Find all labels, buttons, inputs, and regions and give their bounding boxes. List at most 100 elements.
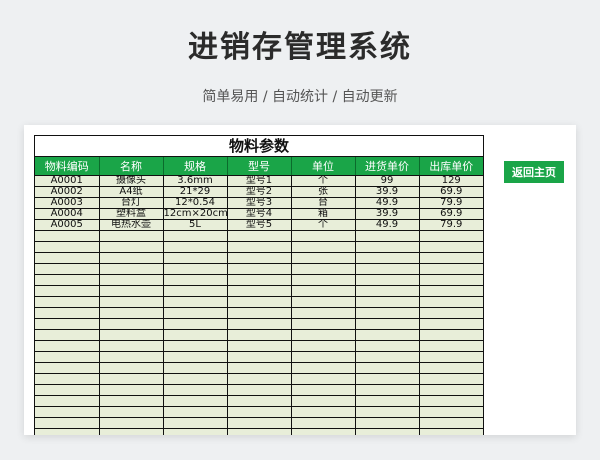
return-home-button[interactable]: 返回主页 [504, 161, 564, 183]
table-cell[interactable] [163, 373, 228, 385]
table-cell[interactable] [99, 329, 164, 341]
table-cell[interactable]: 台 [291, 197, 356, 209]
table-cell[interactable] [99, 417, 164, 429]
table-cell[interactable] [291, 406, 356, 418]
col-header-sale-price[interactable]: 出库单价 [419, 157, 483, 176]
table-cell[interactable]: 69.9 [419, 186, 483, 198]
table-cell[interactable] [227, 285, 292, 297]
table-cell[interactable] [227, 362, 292, 374]
table-cell[interactable] [355, 318, 420, 330]
table-cell[interactable] [291, 252, 356, 264]
table-cell[interactable] [419, 351, 483, 363]
table-cell[interactable]: 12*0.54 [163, 197, 228, 209]
table-cell[interactable] [355, 230, 420, 242]
table-cell[interactable] [291, 230, 356, 242]
table-cell[interactable] [99, 252, 164, 264]
table-cell[interactable] [291, 307, 356, 319]
col-header-spec[interactable]: 规格 [163, 157, 228, 176]
table-cell[interactable] [291, 373, 356, 385]
table-cell[interactable] [35, 406, 100, 418]
table-cell[interactable]: 个 [291, 175, 356, 187]
table-cell[interactable] [35, 318, 100, 330]
table-cell[interactable] [355, 307, 420, 319]
table-cell[interactable] [291, 274, 356, 286]
table-cell[interactable] [35, 285, 100, 297]
table-cell[interactable]: 69.9 [419, 208, 483, 220]
table-cell[interactable] [163, 351, 228, 363]
table-cell[interactable] [163, 296, 228, 308]
table-cell[interactable] [99, 373, 164, 385]
table-cell[interactable] [355, 384, 420, 396]
table-cell[interactable] [35, 241, 100, 253]
table-cell[interactable] [163, 241, 228, 253]
table-cell[interactable] [99, 285, 164, 297]
table-cell[interactable] [35, 263, 100, 275]
table-cell[interactable]: 箱 [291, 208, 356, 220]
table-cell[interactable]: 129 [419, 175, 483, 187]
table-cell[interactable] [227, 428, 292, 435]
table-cell[interactable] [227, 230, 292, 242]
table-cell[interactable] [227, 406, 292, 418]
table-cell[interactable] [227, 340, 292, 352]
table-cell[interactable] [419, 417, 483, 429]
table-cell[interactable] [35, 351, 100, 363]
table-cell[interactable] [35, 362, 100, 374]
table-cell[interactable]: 台灯 [99, 197, 164, 209]
table-cell[interactable] [227, 263, 292, 275]
table-cell[interactable] [355, 406, 420, 418]
table-cell[interactable] [99, 318, 164, 330]
table-cell[interactable] [163, 274, 228, 286]
table-cell[interactable] [35, 428, 100, 435]
table-cell[interactable] [163, 318, 228, 330]
table-cell[interactable] [419, 263, 483, 275]
table-cell[interactable] [99, 340, 164, 352]
table-cell[interactable] [99, 428, 164, 435]
table-cell[interactable] [355, 241, 420, 253]
table-cell[interactable] [227, 307, 292, 319]
table-cell[interactable] [99, 384, 164, 396]
table-cell[interactable]: 49.9 [355, 219, 420, 231]
table-cell[interactable]: 型号1 [227, 175, 292, 187]
table-cell[interactable] [291, 395, 356, 407]
table-cell[interactable]: 张 [291, 186, 356, 198]
table-cell[interactable] [227, 318, 292, 330]
table-cell[interactable] [227, 384, 292, 396]
table-cell[interactable] [35, 395, 100, 407]
table-cell[interactable]: A0003 [35, 197, 100, 209]
col-header-model[interactable]: 型号 [227, 157, 292, 176]
table-cell[interactable] [163, 285, 228, 297]
col-header-name[interactable]: 名称 [99, 157, 164, 176]
table-cell[interactable]: 3.6mm [163, 175, 228, 187]
table-cell[interactable]: 型号3 [227, 197, 292, 209]
table-cell[interactable] [419, 362, 483, 374]
table-cell[interactable]: 49.9 [355, 197, 420, 209]
table-cell[interactable] [419, 241, 483, 253]
table-cell[interactable]: 39.9 [355, 208, 420, 220]
table-cell[interactable] [35, 307, 100, 319]
table-cell[interactable] [35, 417, 100, 429]
table-cell[interactable] [419, 340, 483, 352]
table-cell[interactable] [355, 329, 420, 341]
table-cell[interactable] [35, 252, 100, 264]
table-cell[interactable]: 摄像头 [99, 175, 164, 187]
table-cell[interactable] [99, 307, 164, 319]
table-cell[interactable] [35, 274, 100, 286]
table-cell[interactable]: 型号2 [227, 186, 292, 198]
table-cell[interactable] [99, 263, 164, 275]
table-cell[interactable]: 39.9 [355, 186, 420, 198]
table-cell[interactable] [35, 230, 100, 242]
table-cell[interactable] [355, 417, 420, 429]
table-cell[interactable] [99, 362, 164, 374]
table-cell[interactable] [99, 274, 164, 286]
table-cell[interactable] [227, 329, 292, 341]
table-cell[interactable] [419, 285, 483, 297]
table-cell[interactable]: 电热水壶 [99, 219, 164, 231]
table-cell[interactable] [419, 274, 483, 286]
table-cell[interactable] [99, 241, 164, 253]
table-cell[interactable] [163, 307, 228, 319]
table-cell[interactable] [291, 351, 356, 363]
table-cell[interactable] [163, 428, 228, 435]
table-cell[interactable]: 型号4 [227, 208, 292, 220]
table-cell[interactable]: 5L [163, 219, 228, 231]
table-cell[interactable] [35, 373, 100, 385]
